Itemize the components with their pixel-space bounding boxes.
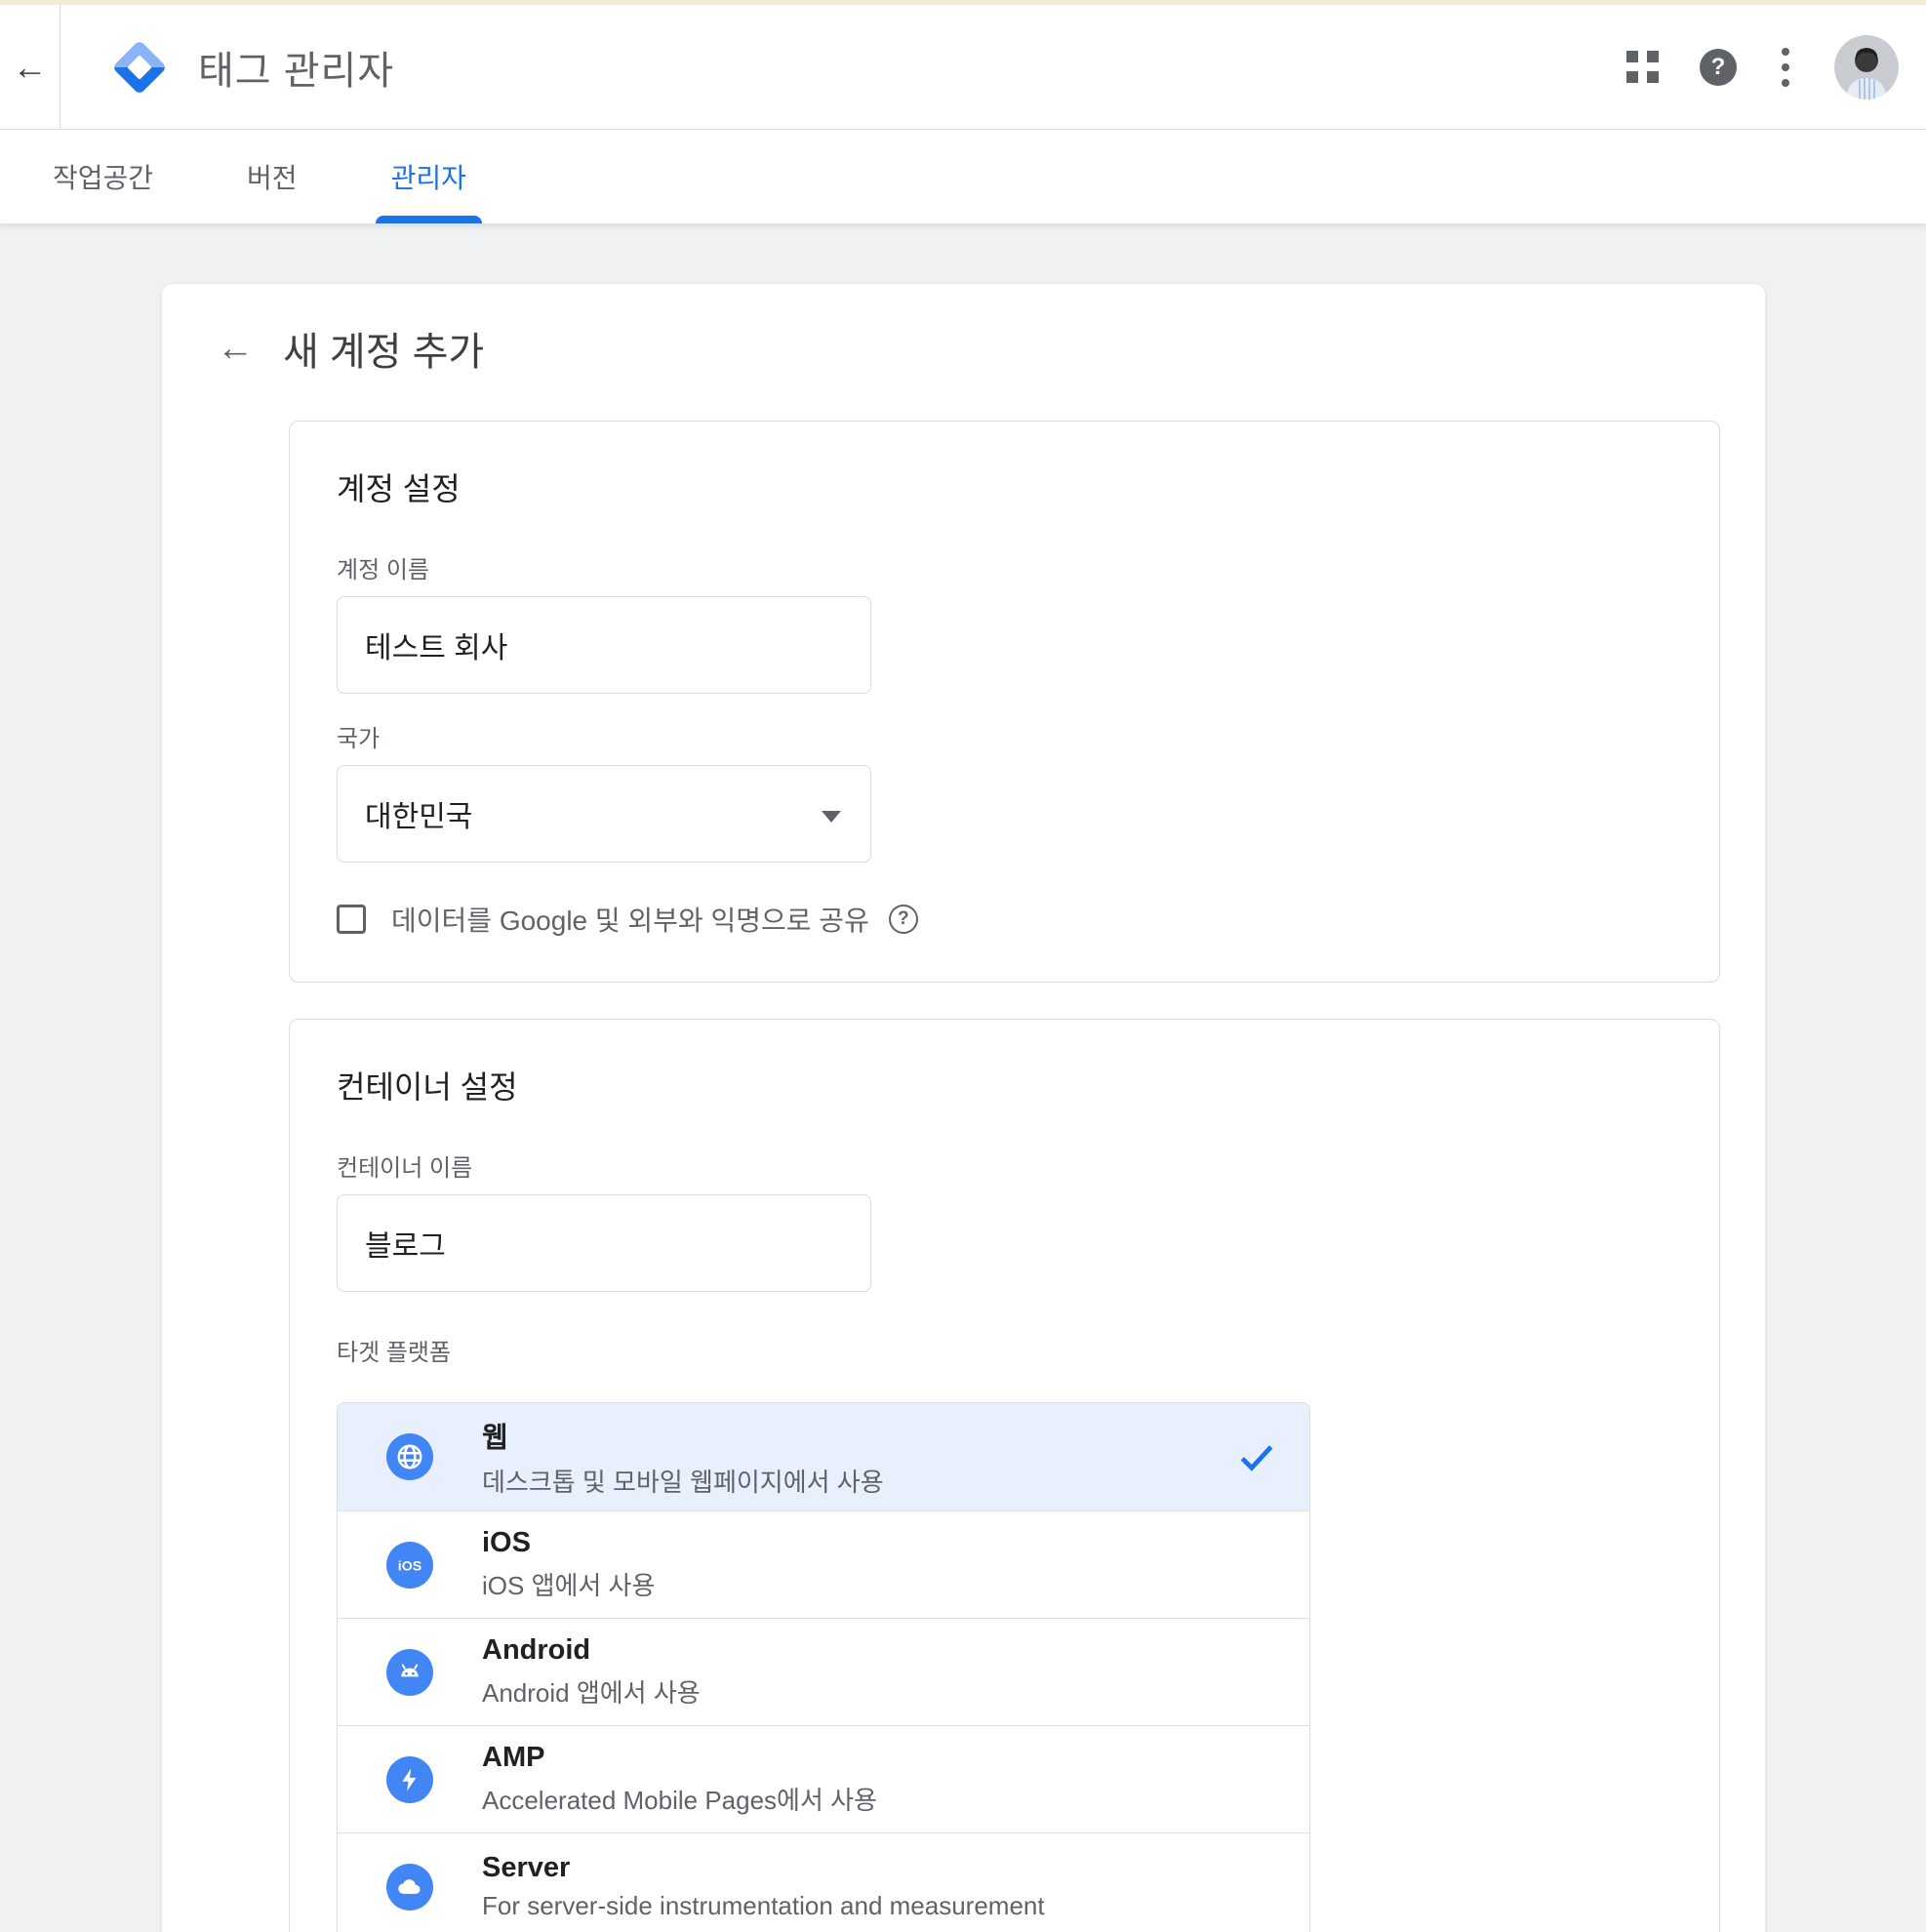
tab-workspace[interactable]: 작업공간	[37, 130, 169, 223]
content-area: ← 새 계정 추가 계정 설정 계정 이름 국가 대한민국 데이터를 Googl…	[0, 224, 1926, 1932]
selected-checkmark-icon	[1235, 1435, 1278, 1478]
account-settings-panel: 계정 설정 계정 이름 국가 대한민국 데이터를 Google 및 외부와 익명…	[289, 421, 1720, 983]
app-title: 태그 관리자	[198, 39, 394, 96]
platform-row-ios[interactable]: iOS iOS iOS 앱에서 사용	[338, 1510, 1309, 1618]
svg-text:iOS: iOS	[398, 1558, 421, 1574]
country-select[interactable]: 대한민국	[337, 765, 871, 863]
tab-workspace-label: 작업공간	[53, 157, 153, 196]
server-cloud-icon	[386, 1864, 433, 1911]
container-name-label: 컨테이너 이름	[337, 1148, 1672, 1183]
web-globe-icon	[386, 1433, 433, 1480]
tab-admin[interactable]: 관리자	[376, 130, 482, 223]
tab-admin-label: 관리자	[391, 157, 466, 196]
platform-row-amp[interactable]: AMP Accelerated Mobile Pages에서 사용	[338, 1725, 1309, 1832]
platform-desc: For server-side instrumentation and meas…	[482, 1891, 1045, 1921]
account-name-label: 계정 이름	[337, 550, 1672, 584]
container-name-input[interactable]	[337, 1194, 871, 1292]
platform-name: AMP	[482, 1742, 877, 1774]
app-header: ← 태그 관리자 ?	[0, 5, 1926, 130]
platform-name: Android	[482, 1634, 701, 1667]
add-account-card: ← 새 계정 추가 계정 설정 계정 이름 국가 대한민국 데이터를 Googl…	[161, 283, 1766, 1932]
google-apps-grid-icon[interactable]	[1626, 51, 1659, 83]
more-options-kebab-icon[interactable]	[1778, 44, 1793, 91]
platform-row-server[interactable]: Server For server-side instrumentation a…	[338, 1832, 1309, 1932]
share-help-icon[interactable]: ?	[889, 905, 918, 934]
country-label: 국가	[337, 719, 1672, 753]
share-data-checkbox[interactable]	[337, 905, 366, 934]
amp-lightning-icon	[386, 1756, 433, 1803]
tab-versions[interactable]: 버전	[231, 130, 313, 223]
platform-desc: iOS 앱에서 사용	[482, 1566, 655, 1602]
tag-manager-logo-icon	[114, 42, 165, 93]
share-data-label: 데이터를 Google 및 외부와 익명으로 공유	[391, 900, 869, 939]
page-back-arrow-icon[interactable]: ←	[217, 328, 261, 370]
platform-desc: 데스크톱 및 모바일 웹페이지에서 사용	[482, 1463, 884, 1499]
active-tab-underline	[376, 216, 482, 223]
platform-row-web[interactable]: 웹 데스크톱 및 모바일 웹페이지에서 사용	[338, 1403, 1309, 1510]
container-settings-panel: 컨테이너 설정 컨테이너 이름 타겟 플랫폼 웹 데스크톱 및 모	[289, 1019, 1720, 1932]
main-tabbar: 작업공간 버전 관리자	[0, 130, 1926, 224]
platform-row-android[interactable]: Android Android 앱에서 사용	[338, 1618, 1309, 1725]
user-avatar[interactable]	[1834, 35, 1899, 100]
ios-icon: iOS	[386, 1542, 433, 1589]
platform-name: Server	[482, 1852, 1045, 1884]
tab-versions-label: 버전	[247, 157, 298, 196]
header-back-button[interactable]: ←	[0, 5, 60, 129]
back-arrow-icon: ←	[13, 50, 48, 85]
platform-name: iOS	[482, 1527, 655, 1559]
platform-name: 웹	[482, 1415, 884, 1456]
chevron-down-icon	[822, 811, 841, 823]
account-name-input[interactable]	[337, 596, 871, 694]
country-selected-value: 대한민국	[365, 792, 472, 835]
target-platform-list: 웹 데스크톱 및 모바일 웹페이지에서 사용 iOS iOS	[337, 1402, 1310, 1932]
help-icon[interactable]: ?	[1700, 49, 1737, 86]
account-settings-title: 계정 설정	[337, 464, 1672, 509]
target-platform-label: 타겟 플랫폼	[337, 1333, 1672, 1367]
platform-desc: Accelerated Mobile Pages에서 사용	[482, 1781, 877, 1817]
page-title: 새 계정 추가	[283, 320, 484, 377]
platform-desc: Android 앱에서 사용	[482, 1673, 701, 1710]
container-settings-title: 컨테이너 설정	[337, 1063, 1672, 1107]
android-icon	[386, 1649, 433, 1696]
